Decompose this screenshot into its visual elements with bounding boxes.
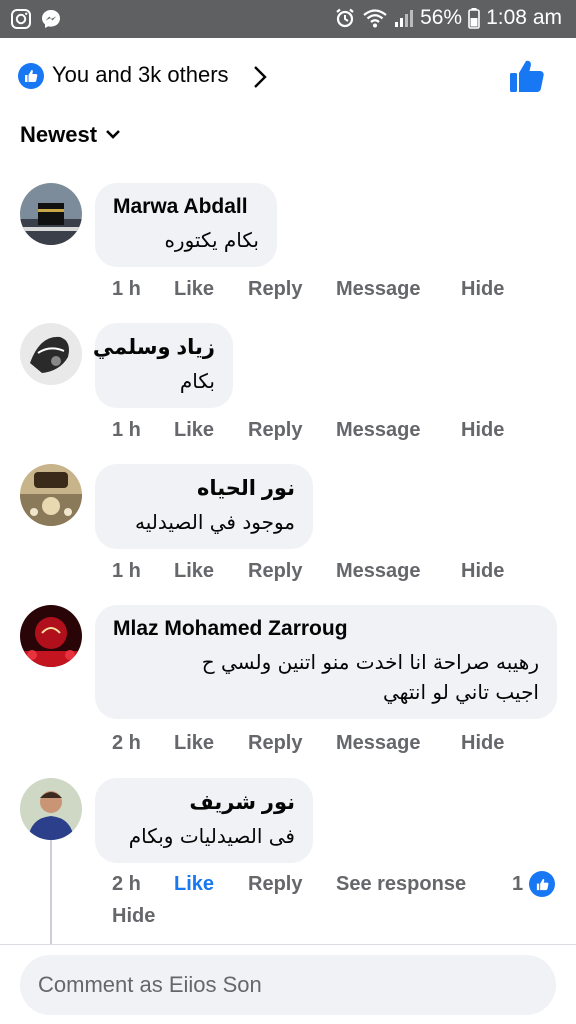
- comment-actions: 1 h Like Reply Message Hide: [112, 419, 504, 442]
- comment-bubble[interactable]: نور الحياه موجود في الصيدليه: [95, 464, 313, 549]
- reactions-summary[interactable]: You and 3k others: [0, 52, 576, 100]
- like-reaction-icon: [18, 63, 44, 89]
- reply-button[interactable]: Reply: [248, 560, 336, 583]
- comment-text: بكام يكتوره: [164, 228, 259, 252]
- hide-button[interactable]: Hide: [461, 419, 504, 442]
- like-count[interactable]: 1: [512, 873, 523, 897]
- comment-author[interactable]: نور شريف: [113, 790, 295, 815]
- like-button[interactable]: Like: [174, 278, 248, 301]
- comment-bubble[interactable]: Marwa Abdall بكام يكتوره: [95, 183, 277, 267]
- avatar[interactable]: [20, 323, 82, 385]
- messenger-icon: [42, 10, 60, 28]
- comment-text: بكام: [179, 369, 215, 393]
- sort-label: Newest: [20, 122, 98, 147]
- reply-button[interactable]: Reply: [248, 873, 336, 897]
- avatar[interactable]: [20, 778, 82, 840]
- comment-input[interactable]: [20, 955, 556, 1015]
- hide-button[interactable]: Hide: [461, 278, 504, 301]
- comment-actions: 2 h Like Reply Message Hide: [112, 732, 504, 755]
- comment-actions: 1 h Like Reply Message Hide: [112, 278, 504, 301]
- comment-author[interactable]: نور الحياه: [113, 476, 295, 501]
- message-button[interactable]: Message: [336, 732, 461, 755]
- comment-time: 1 h: [112, 419, 141, 441]
- comment-actions-row2: Hide: [112, 905, 155, 928]
- status-bar: 56% 1:08 am: [0, 0, 576, 38]
- comment-text-line: رهيبه صراحة انا اخدت منو اتنين ولسي ح: [201, 650, 539, 674]
- comment-actions: 2 h Like Reply See response 1: [112, 871, 562, 897]
- comment-bubble[interactable]: نور شريف فى الصيدليات وبكام: [95, 778, 313, 863]
- like-post-button[interactable]: [508, 58, 546, 94]
- like-button[interactable]: Like: [174, 873, 248, 897]
- comment-time: 1 h: [112, 560, 141, 582]
- comment-author[interactable]: Marwa Abdall: [113, 195, 259, 219]
- reply-button[interactable]: Reply: [248, 419, 336, 442]
- like-button[interactable]: Like: [174, 560, 248, 583]
- comment-text: رهيبه صراحة انا اخدت منو اتنين ولسي ح اج…: [113, 647, 539, 707]
- message-button[interactable]: Message: [336, 560, 461, 583]
- avatar[interactable]: [20, 183, 82, 245]
- see-response-button[interactable]: See response: [336, 873, 512, 897]
- reply-button[interactable]: Reply: [248, 732, 336, 755]
- comment-time: 2 h: [112, 873, 141, 895]
- comment-text: موجود في الصيدليه: [135, 510, 295, 534]
- comment-author[interactable]: زياد وسلمي: [93, 335, 215, 360]
- battery-percent: 56%: [420, 6, 463, 29]
- instagram-icon: [11, 9, 31, 29]
- like-button[interactable]: Like: [174, 732, 248, 755]
- comment-bubble[interactable]: زياد وسلمي بكام: [93, 323, 233, 408]
- avatar[interactable]: [20, 464, 82, 526]
- comment-bubble[interactable]: Mlaz Mohamed Zarroug رهيبه صراحة انا اخد…: [95, 605, 557, 719]
- comment-author[interactable]: Mlaz Mohamed Zarroug: [113, 617, 539, 641]
- reply-thread-line: [50, 840, 52, 944]
- alarm-icon: [336, 8, 354, 28]
- hide-button[interactable]: Hide: [461, 732, 504, 755]
- comment-actions: 1 h Like Reply Message Hide: [112, 560, 504, 583]
- sort-dropdown[interactable]: Newest: [20, 122, 121, 148]
- clock: 1:08 am: [486, 6, 562, 29]
- comment-time: 1 h: [112, 278, 141, 300]
- message-button[interactable]: Message: [336, 419, 461, 442]
- like-button[interactable]: Like: [174, 419, 248, 442]
- like-count-icon: [529, 871, 556, 897]
- reactions-summary-text: You and 3k others: [52, 62, 229, 87]
- chevron-right-icon: [254, 66, 267, 88]
- chevron-down-icon: [106, 130, 120, 139]
- hide-button[interactable]: Hide: [461, 560, 504, 583]
- hide-button[interactable]: Hide: [112, 905, 155, 928]
- comment-text: فى الصيدليات وبكام: [128, 824, 295, 848]
- avatar[interactable]: [20, 605, 82, 667]
- message-button[interactable]: Message: [336, 278, 461, 301]
- comment-text-line: اجيب تاني لو انتهي: [382, 680, 539, 704]
- wifi-icon: [363, 9, 387, 28]
- reply-button[interactable]: Reply: [248, 278, 336, 301]
- battery-icon: [468, 8, 480, 29]
- signal-icon: [395, 10, 414, 27]
- comment-composer: [0, 944, 576, 1024]
- comment-time: 2 h: [112, 732, 141, 754]
